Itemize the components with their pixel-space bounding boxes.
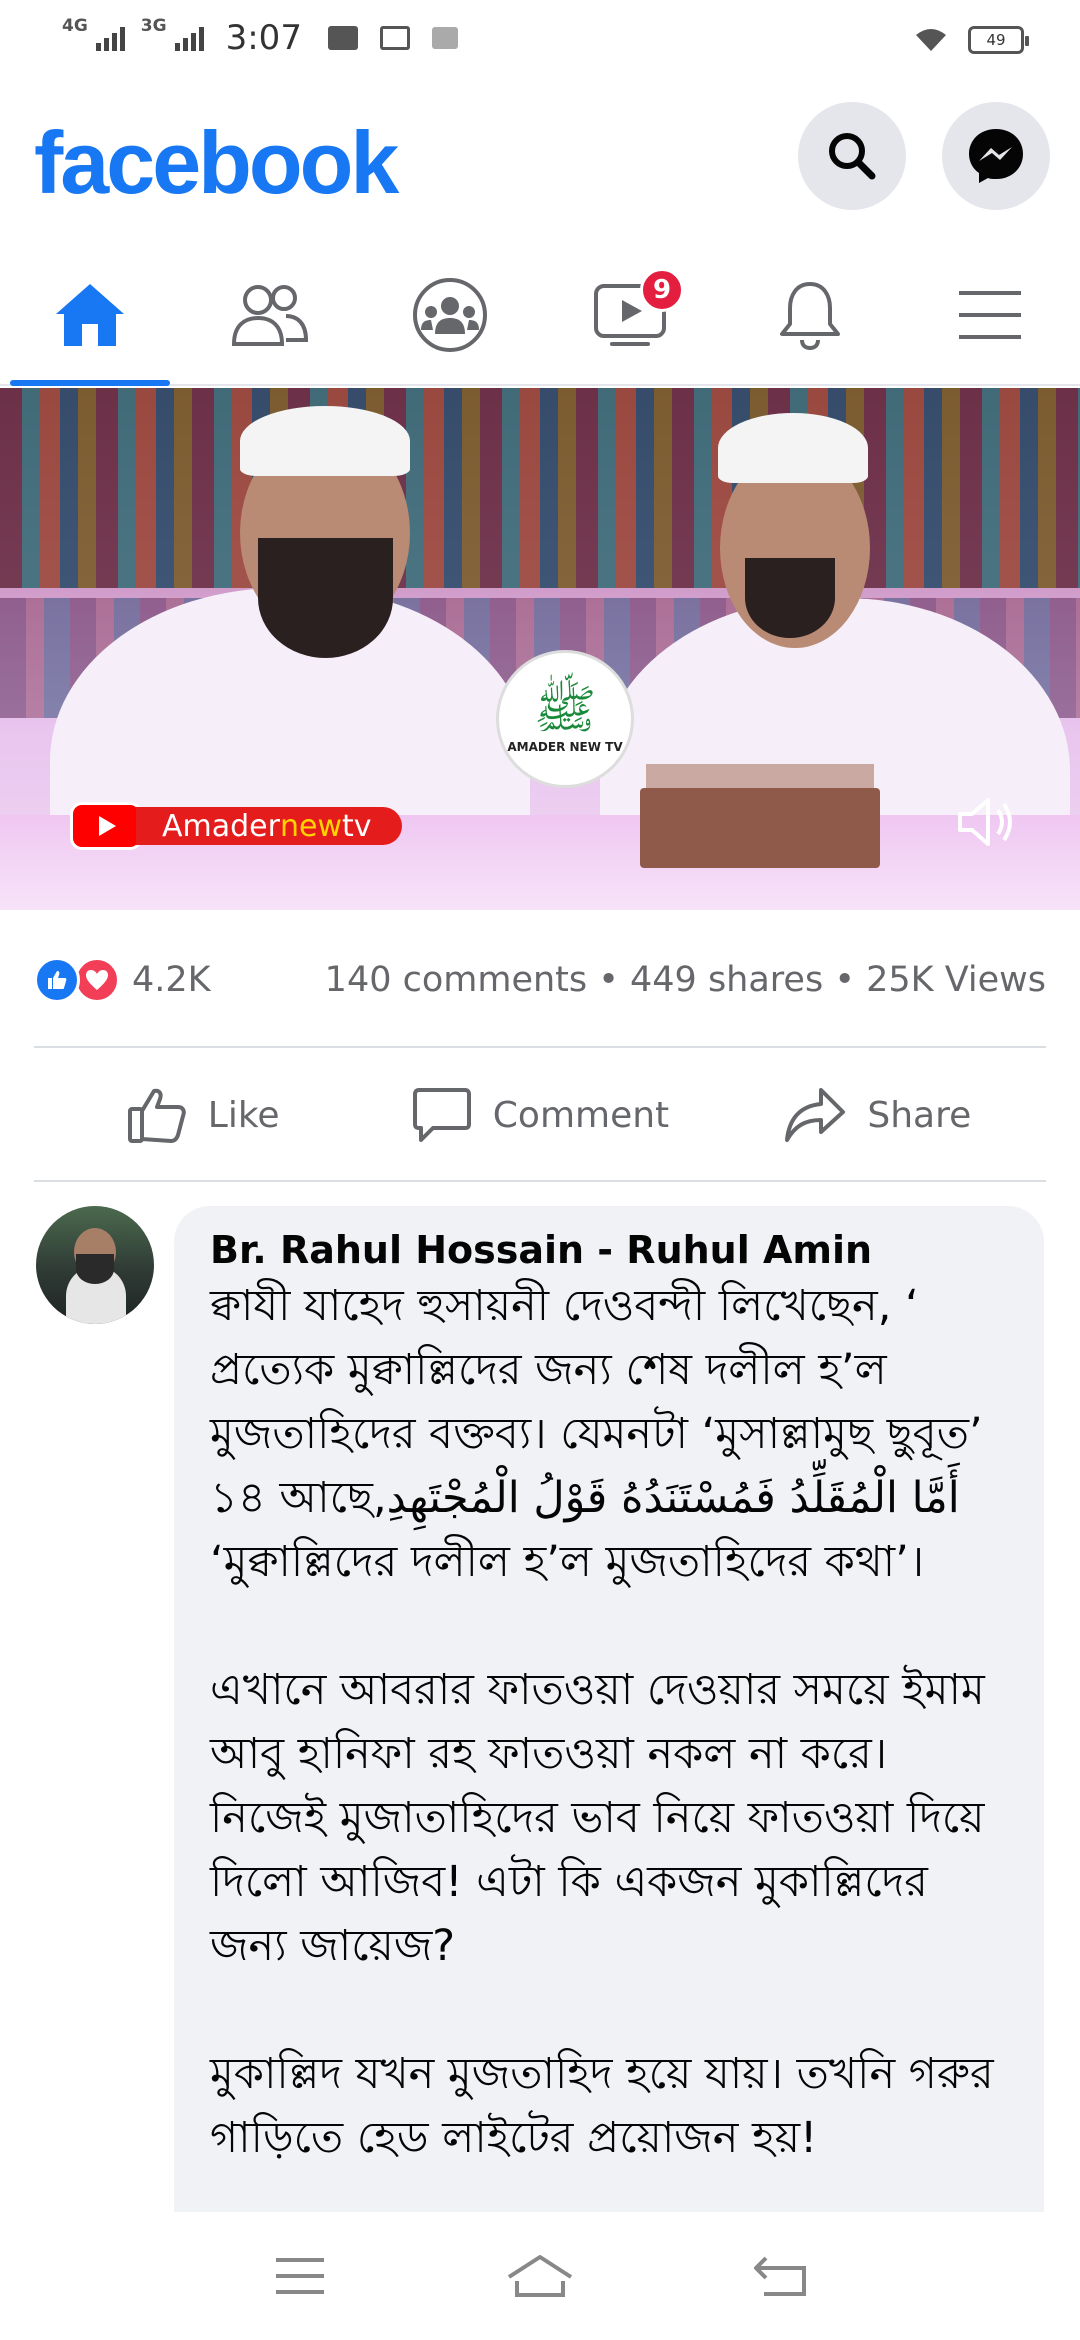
bell-icon — [780, 282, 840, 351]
menu-icon — [959, 291, 1021, 339]
books-on-table — [640, 788, 880, 868]
network-3g-label: 3G — [140, 16, 167, 36]
wifi-icon — [916, 29, 946, 51]
tab-notifications[interactable] — [720, 246, 900, 384]
recent-apps-button[interactable] — [260, 2236, 340, 2316]
channel-name-suffix: tv — [341, 808, 372, 844]
channel-logo-text: AMADER NEW TV — [507, 740, 623, 754]
system-navigation-bar — [0, 2212, 1080, 2340]
app-header: facebook — [0, 90, 1080, 240]
channel-name-highlight: new — [279, 808, 342, 844]
mute-button[interactable] — [954, 790, 1018, 854]
tab-friends[interactable] — [180, 246, 360, 384]
watch-notification-badge: 9 — [640, 268, 684, 312]
comment-paragraph: এখানে আবরার ফাতওয়া দেওয়ার সময়ে ইমাম আ… — [210, 1665, 999, 1971]
comment-author[interactable]: Br. Rahul Hossain - Ruhul Amin — [210, 1226, 1008, 1274]
volume-muted-icon — [958, 798, 1012, 846]
comment-button[interactable]: Comment — [371, 1050, 708, 1180]
youtube-channel-name: Amader new tv — [136, 807, 402, 845]
messenger-icon — [969, 129, 1023, 183]
like-label: Like — [207, 1094, 280, 1136]
camera-icon — [431, 27, 458, 49]
speaker-right-beard — [745, 558, 835, 638]
bookshelf-background — [0, 388, 1080, 588]
love-reaction-icon — [74, 957, 120, 1003]
channel-logo: ﷺ AMADER NEW TV — [496, 650, 634, 788]
channel-logo-mark-icon: ﷺ — [533, 680, 597, 740]
post-stats[interactable]: 140 comments • 449 shares • 25K Views — [325, 960, 1046, 1000]
divider-bottom — [34, 1180, 1046, 1182]
share-icon — [785, 1088, 846, 1142]
tab-groups[interactable] — [360, 246, 540, 384]
like-icon — [127, 1088, 186, 1143]
battery-level: 49 — [986, 31, 1006, 49]
avatar-beard — [76, 1254, 114, 1284]
mail-icon — [327, 26, 358, 50]
tab-watch[interactable]: 9 — [540, 246, 720, 384]
share-button[interactable]: Share — [709, 1050, 1046, 1180]
youtube-play-icon — [70, 802, 142, 850]
search-icon — [829, 133, 876, 180]
post-actions: Like Comment Share — [34, 1050, 1046, 1180]
signal-icon — [95, 25, 125, 51]
message-icon — [379, 26, 410, 50]
reactions-summary[interactable]: 4.2K 140 comments • 449 shares • 25K Vie… — [34, 950, 1046, 1010]
clock: 3:07 — [225, 18, 302, 58]
friends-icon — [231, 285, 309, 346]
facebook-logo[interactable]: facebook — [34, 112, 399, 214]
back-icon — [754, 2256, 806, 2296]
comment-bubble[interactable]: Br. Rahul Hossain - Ruhul Amin ক্বাযী যা… — [174, 1206, 1044, 2266]
system-home-button[interactable] — [500, 2236, 580, 2316]
like-button[interactable]: Like — [34, 1050, 371, 1180]
groups-icon — [413, 278, 487, 352]
speaker-left-beard — [258, 538, 393, 658]
search-button[interactable] — [798, 102, 906, 210]
comment-paragraph: ক্বাযী যাহেদ হুসায়নী দেওবন্দী লিখেছেন, … — [210, 1281, 997, 1587]
home-icon — [56, 284, 124, 346]
signal-icon-secondary — [174, 25, 204, 51]
comment-icon — [412, 1088, 471, 1142]
divider-top — [34, 1046, 1046, 1048]
network-4g-label: 4G — [62, 16, 88, 36]
reaction-count[interactable]: 4.2K — [132, 960, 211, 1000]
menu-lines-icon — [276, 2258, 324, 2294]
comment-label: Comment — [492, 1094, 670, 1136]
status-bar: 4G 3G 3:07 49 — [0, 0, 1080, 84]
tab-home[interactable] — [0, 246, 180, 386]
tab-menu[interactable] — [900, 246, 1080, 384]
comment-paragraph: মুকাল্লিদ যখন মুজতাহিদ হয়ে যায়। তখনি গ… — [210, 2049, 1008, 2163]
messenger-button[interactable] — [942, 102, 1050, 210]
speaker-left-cap — [240, 406, 410, 476]
system-back-button[interactable] — [740, 2236, 820, 2316]
video-player[interactable]: ﷺ AMADER NEW TV Amader new tv — [0, 388, 1080, 910]
speaker-right-cap — [718, 413, 868, 483]
commenter-avatar[interactable] — [36, 1206, 154, 1324]
channel-name-prefix: Amader — [162, 808, 280, 844]
share-label: Share — [867, 1094, 972, 1136]
main-nav-tabs: 9 — [0, 246, 1080, 386]
home-outline-icon — [507, 2255, 573, 2297]
youtube-channel-badge: Amader new tv — [70, 802, 402, 850]
battery-icon: 49 — [968, 26, 1029, 54]
like-reaction-icon — [34, 957, 80, 1003]
